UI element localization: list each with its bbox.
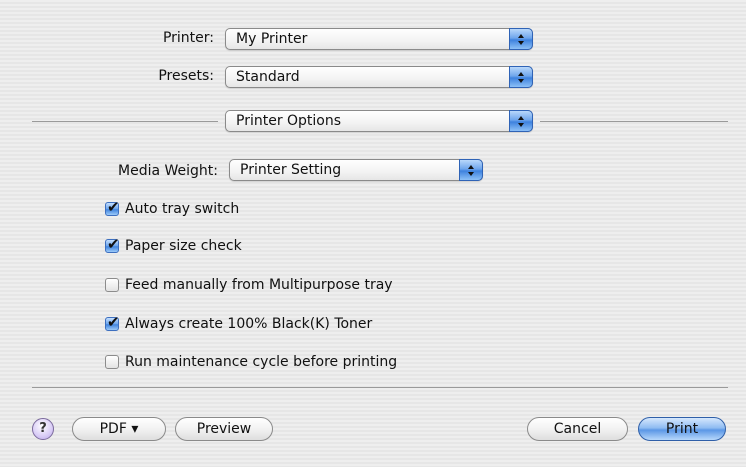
media-weight-popup[interactable]: Printer Setting (229, 159, 483, 181)
printer-popup[interactable]: My Printer (225, 28, 533, 50)
option-label: Feed manually from Multipurpose tray (125, 277, 393, 293)
media-weight-label: Media Weight: (118, 163, 218, 179)
option-label: Paper size check (125, 238, 242, 254)
checkmark-icon: ✔ (107, 198, 120, 216)
checkmark-icon: ✔ (107, 235, 120, 253)
print-button[interactable]: Print (638, 417, 726, 441)
option-label: Auto tray switch (125, 201, 240, 217)
option-maintenance-cycle[interactable]: Run maintenance cycle before printing (105, 352, 397, 372)
checkbox[interactable] (105, 278, 119, 292)
popup-arrows-icon (509, 66, 533, 88)
option-feed-manually[interactable]: Feed manually from Multipurpose tray (105, 275, 393, 295)
printer-label: Printer: (162, 30, 214, 46)
help-button[interactable]: ? (32, 418, 54, 440)
checkbox[interactable]: ✔ (105, 198, 120, 216)
printer-value: My Printer (236, 31, 308, 47)
checkbox[interactable] (105, 355, 119, 369)
option-paper-size-check[interactable]: ✔ Paper size check (105, 235, 242, 256)
option-black-toner[interactable]: ✔ Always create 100% Black(K) Toner (105, 313, 373, 334)
checkbox[interactable]: ✔ (105, 235, 120, 253)
panel-popup[interactable]: Printer Options (225, 110, 533, 132)
pdf-button[interactable]: PDF ▾ (72, 417, 166, 441)
popup-arrows-icon (509, 110, 533, 132)
separator-bottom (32, 387, 728, 388)
option-label: Run maintenance cycle before printing (125, 354, 398, 370)
option-auto-tray-switch[interactable]: ✔ Auto tray switch (105, 198, 240, 219)
popup-arrows-icon (509, 28, 533, 50)
cancel-button[interactable]: Cancel (527, 417, 628, 441)
presets-popup[interactable]: Standard (225, 66, 533, 88)
presets-value: Standard (236, 69, 300, 85)
separator-left (32, 121, 218, 122)
preview-button[interactable]: Preview (175, 417, 273, 441)
presets-label: Presets: (158, 68, 214, 84)
media-weight-value: Printer Setting (240, 162, 342, 178)
checkbox[interactable]: ✔ (105, 313, 120, 331)
option-label: Always create 100% Black(K) Toner (125, 316, 373, 332)
separator-right (540, 121, 728, 122)
checkmark-icon: ✔ (107, 313, 120, 331)
panel-value: Printer Options (236, 113, 342, 129)
popup-arrows-icon (459, 159, 483, 181)
